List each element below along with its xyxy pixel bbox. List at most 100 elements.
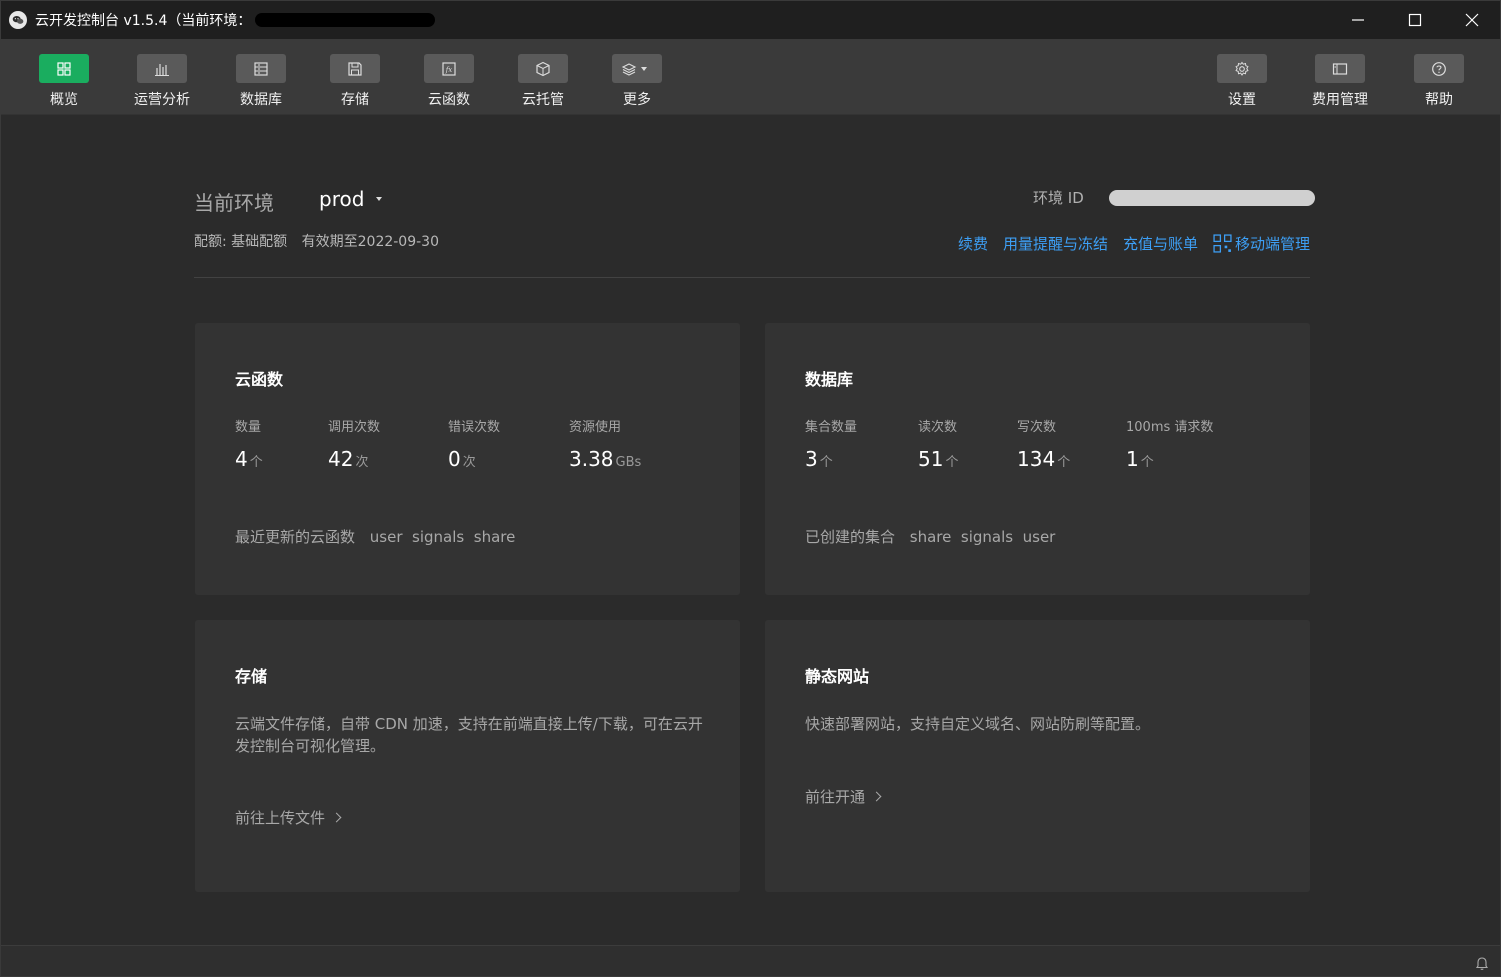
toolbar-functions-button[interactable]: fx	[424, 54, 474, 83]
toolbar-settings[interactable]: 设置	[1197, 54, 1287, 109]
stat-value: 51	[918, 447, 944, 471]
toolbar-storage[interactable]: 存储	[310, 54, 400, 109]
toolbar-label: 帮助	[1425, 92, 1453, 108]
main-toolbar: 概览 运营分析 数据库 存储 fx 云函数 云托管 更多 设置 费用管理 帮助	[1, 39, 1500, 115]
toolbar-help[interactable]: 帮助	[1394, 54, 1484, 109]
stat-unit: 个	[1140, 455, 1154, 470]
maximize-icon	[1408, 13, 1421, 27]
toolbar-settings-button[interactable]	[1217, 54, 1267, 83]
static-website-card: 静态网站 快速部署网站，支持自定义域名、网站防刷等配置。 前往开通	[765, 620, 1310, 892]
storage-description: 云端文件存储，自带 CDN 加速，支持在前端直接上传/下载，可在云开发控制台可视…	[235, 715, 703, 755]
stat-value: 4	[235, 447, 248, 471]
minimize-button[interactable]	[1329, 1, 1386, 39]
env-action-links: 续费 用量提醒与冻结 充值与账单 移动端管理	[943, 233, 1310, 254]
static-website-description: 快速部署网站，支持自定义域名、网站防刷等配置。	[805, 715, 1151, 733]
stat-label: 读次数	[918, 420, 958, 435]
stat-unit: 个	[249, 455, 263, 470]
window-controls	[1329, 1, 1500, 39]
toolbar-cloud-hosting-button[interactable]	[518, 54, 568, 83]
stat-label: 调用次数	[328, 420, 381, 435]
env-selector[interactable]: prod	[319, 187, 383, 211]
functions-card: 云函数 数量 4个 调用次数 42 次 错误次数 0次 资源使用 3.38 GBs …	[195, 323, 740, 595]
toolbar-overview[interactable]: 概览	[19, 54, 109, 109]
stat-resource: 资源使用 3.38 GBs	[569, 416, 641, 471]
close-icon	[1465, 13, 1478, 27]
toolbar-cloud-hosting[interactable]: 云托管	[498, 54, 588, 109]
toolbar-billing-button[interactable]	[1315, 54, 1365, 83]
stat-unit: 个	[1057, 455, 1071, 470]
stat-unit: 次	[355, 455, 369, 470]
stat-label: 写次数	[1017, 420, 1057, 435]
maximize-button[interactable]	[1386, 1, 1443, 39]
env-label: 当前环境	[194, 191, 274, 215]
stat-label: 集合数量	[805, 420, 858, 435]
toolbar-more-button[interactable]	[612, 54, 662, 83]
toolbar-functions[interactable]: fx 云函数	[404, 54, 494, 109]
stat-value: 1	[1126, 447, 1139, 471]
activate-label: 前往开通	[805, 788, 866, 806]
bell-icon[interactable]	[1474, 955, 1490, 971]
bar-chart-icon	[155, 63, 169, 76]
created-collections-label: 已创建的集合	[805, 528, 896, 546]
stat-slow-requests: 100ms 请求数 1个	[1126, 416, 1213, 471]
toolbar-label: 设置	[1228, 92, 1256, 108]
stat-unit: 个	[819, 455, 833, 470]
renew-link[interactable]: 续费	[958, 233, 988, 254]
stat-value: 3	[805, 447, 818, 471]
stat-count: 数量 4个	[235, 416, 263, 471]
toolbar-database[interactable]: 数据库	[216, 54, 306, 109]
recharge-link[interactable]: 充值与账单	[1123, 233, 1198, 254]
close-button[interactable]	[1443, 1, 1500, 39]
toolbar-label: 更多	[623, 92, 651, 108]
toolbar-analytics-button[interactable]	[137, 54, 187, 83]
stat-label: 错误次数	[448, 420, 501, 435]
toolbar-analytics[interactable]: 运营分析	[117, 54, 207, 109]
stat-errors: 错误次数 0次	[448, 416, 500, 471]
grid-icon	[57, 61, 71, 76]
activate-link[interactable]: 前往开通	[805, 786, 882, 807]
database-card: 数据库 集合数量 3个 读次数 51 个 写次数 134 个 100ms 请求数 1…	[765, 323, 1310, 595]
app-window: 云开发控制台 v1.5.4（当前环境： 概览 运营分析 数据库 存储 fx 云函…	[0, 0, 1501, 977]
toolbar-billing[interactable]: 费用管理	[1295, 54, 1385, 109]
toolbar-overview-button[interactable]	[39, 54, 89, 83]
qr-code-icon	[1213, 234, 1232, 253]
stat-unit: 次	[462, 455, 476, 470]
stat-writes: 写次数 134 个	[1017, 416, 1070, 471]
toolbar-storage-button[interactable]	[330, 54, 380, 83]
usage-alert-link[interactable]: 用量提醒与冻结	[1003, 233, 1108, 254]
toolbar-label: 数据库	[240, 92, 282, 108]
stat-unit: 个	[945, 455, 959, 470]
upload-files-link[interactable]: 前往上传文件	[235, 807, 342, 828]
function-icon: fx	[442, 61, 456, 76]
header-divider	[194, 277, 1310, 278]
caret-down-icon	[641, 66, 647, 71]
overview-content: 当前环境 prod 配额: 基础配额 有效期至2022-09-30 环境 ID …	[1, 115, 1500, 945]
quota-info: 配额: 基础配额 有效期至2022-09-30	[194, 231, 449, 251]
save-icon	[348, 61, 362, 76]
mobile-manage-link[interactable]: 移动端管理	[1213, 233, 1310, 254]
recent-functions-names: user signals share	[369, 528, 516, 546]
svg-text:fx: fx	[445, 66, 453, 74]
layers-icon	[621, 62, 637, 76]
card-title: 云函数	[235, 370, 284, 389]
env-id-label: 环境 ID	[1033, 189, 1084, 207]
chevron-right-icon	[331, 812, 342, 823]
stat-value: 0	[448, 447, 461, 471]
env-value: prod	[319, 187, 365, 211]
card-title: 静态网站	[805, 667, 870, 686]
stat-value: 42	[328, 447, 354, 471]
card-title: 存储	[235, 667, 268, 686]
recent-functions-label: 最近更新的云函数	[235, 528, 356, 546]
toolbar-database-button[interactable]	[236, 54, 286, 83]
caret-down-icon	[376, 197, 383, 201]
stat-unit: GBs	[615, 455, 642, 470]
quota-label: 配额: 基础配额	[194, 234, 288, 250]
stat-label: 数量	[235, 420, 262, 435]
toolbar-more[interactable]: 更多	[592, 54, 682, 109]
redacted-env-name	[255, 13, 436, 27]
toolbar-label: 运营分析	[134, 92, 190, 108]
toolbar-help-button[interactable]	[1414, 54, 1464, 83]
stat-label: 资源使用	[569, 420, 622, 435]
toolbar-label: 概览	[50, 92, 78, 108]
chevron-right-icon	[871, 791, 882, 802]
